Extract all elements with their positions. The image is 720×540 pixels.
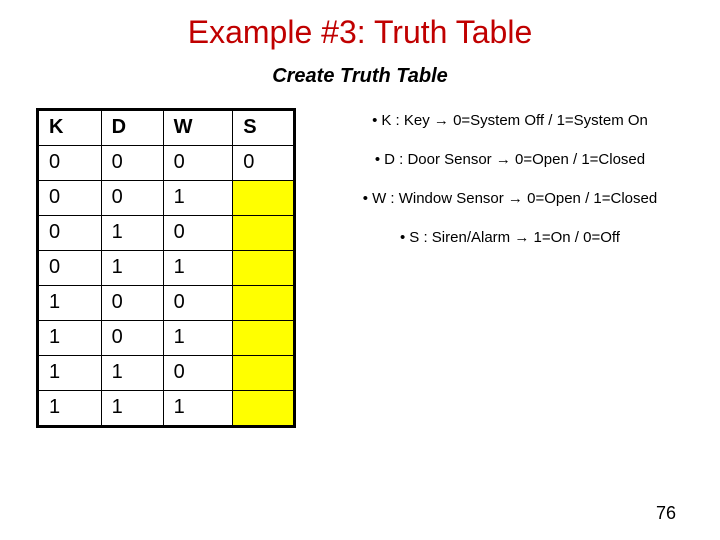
cell-w: 1 bbox=[163, 251, 233, 286]
cell-w: 1 bbox=[163, 321, 233, 356]
cell-w: 0 bbox=[163, 146, 233, 181]
slide-title: Example #3: Truth Table bbox=[0, 14, 720, 51]
cell-k: 0 bbox=[38, 251, 102, 286]
cell-s bbox=[233, 391, 295, 427]
content-area: K D W S 0000001010011100101110111 •K : K… bbox=[0, 108, 720, 428]
cell-s bbox=[233, 216, 295, 251]
cell-w: 0 bbox=[163, 216, 233, 251]
cell-k: 0 bbox=[38, 181, 102, 216]
table-header-row: K D W S bbox=[38, 110, 295, 146]
table-row: 100 bbox=[38, 286, 295, 321]
table-row: 111 bbox=[38, 391, 295, 427]
legend-text: K : Key → 0=System Off / 1=System On bbox=[381, 112, 648, 129]
cell-w: 1 bbox=[163, 391, 233, 427]
legend-item: •D : Door Sensor → 0=Open / 1=Closed bbox=[328, 151, 692, 168]
col-header-k: K bbox=[38, 110, 102, 146]
legend-item: •S : Siren/Alarm → 1=On / 0=Off bbox=[328, 229, 692, 246]
table-row: 101 bbox=[38, 321, 295, 356]
cell-k: 1 bbox=[38, 286, 102, 321]
cell-d: 0 bbox=[101, 286, 163, 321]
cell-d: 1 bbox=[101, 251, 163, 286]
legend-text: W : Window Sensor → 0=Open / 1=Closed bbox=[372, 190, 657, 207]
table-row: 001 bbox=[38, 181, 295, 216]
bullet-icon: • bbox=[400, 229, 405, 246]
cell-s bbox=[233, 321, 295, 356]
bullet-icon: • bbox=[372, 112, 377, 129]
legend-item: •K : Key → 0=System Off / 1=System On bbox=[328, 112, 692, 129]
cell-w: 1 bbox=[163, 181, 233, 216]
slide-subtitle: Create Truth Table bbox=[0, 65, 720, 88]
cell-s bbox=[233, 356, 295, 391]
page-number: 76 bbox=[656, 503, 676, 524]
cell-k: 1 bbox=[38, 391, 102, 427]
col-header-s: S bbox=[233, 110, 295, 146]
cell-s bbox=[233, 181, 295, 216]
cell-w: 0 bbox=[163, 286, 233, 321]
bullet-icon: • bbox=[363, 190, 368, 207]
cell-s bbox=[233, 286, 295, 321]
cell-s bbox=[233, 251, 295, 286]
legend-item: •W : Window Sensor → 0=Open / 1=Closed bbox=[328, 190, 692, 207]
bullet-icon: • bbox=[375, 151, 380, 168]
table-row: 011 bbox=[38, 251, 295, 286]
table-row: 0000 bbox=[38, 146, 295, 181]
cell-w: 0 bbox=[163, 356, 233, 391]
cell-d: 0 bbox=[101, 146, 163, 181]
table-row: 110 bbox=[38, 356, 295, 391]
legend-text: S : Siren/Alarm → 1=On / 0=Off bbox=[409, 229, 620, 246]
cell-k: 1 bbox=[38, 356, 102, 391]
cell-s: 0 bbox=[233, 146, 295, 181]
cell-k: 0 bbox=[38, 216, 102, 251]
cell-d: 1 bbox=[101, 391, 163, 427]
col-header-w: W bbox=[163, 110, 233, 146]
cell-d: 0 bbox=[101, 321, 163, 356]
legend-text: D : Door Sensor → 0=Open / 1=Closed bbox=[384, 151, 645, 168]
table-row: 010 bbox=[38, 216, 295, 251]
cell-k: 1 bbox=[38, 321, 102, 356]
cell-k: 0 bbox=[38, 146, 102, 181]
cell-d: 1 bbox=[101, 356, 163, 391]
legend-area: •K : Key → 0=System Off / 1=System On•D … bbox=[296, 108, 692, 268]
cell-d: 1 bbox=[101, 216, 163, 251]
col-header-d: D bbox=[101, 110, 163, 146]
truth-table: K D W S 0000001010011100101110111 bbox=[36, 108, 296, 428]
cell-d: 0 bbox=[101, 181, 163, 216]
